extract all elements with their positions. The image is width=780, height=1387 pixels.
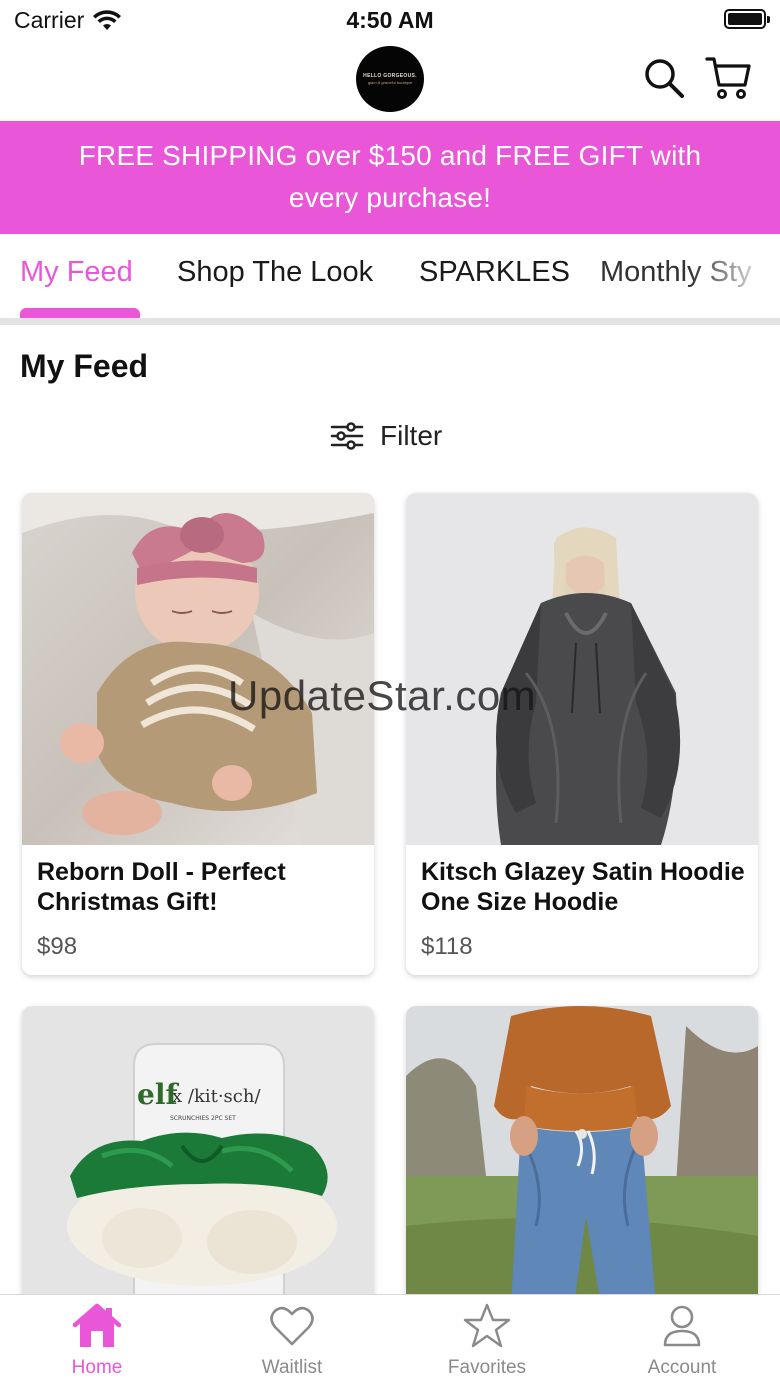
package-subtitle-text: SCRUNCHIES 2PC SET — [170, 1115, 236, 1122]
star-icon — [463, 1303, 511, 1348]
product-price: $118 — [421, 933, 473, 960]
watermark: UpdateStar.com — [228, 672, 537, 719]
nav-home-label: Home — [71, 1357, 123, 1378]
nav-waitlist[interactable]: Waitlist — [222, 1303, 362, 1379]
nav-home[interactable]: Home — [27, 1303, 167, 1379]
product-card[interactable] — [406, 1006, 758, 1306]
battery-icon — [724, 9, 770, 29]
nav-account-label: Account — [647, 1357, 717, 1378]
brand-logo[interactable]: HELLO GORGEOUS. glam & graceful boutique — [356, 46, 424, 112]
filter-button[interactable]: Filter — [330, 420, 442, 452]
cart-icon — [705, 57, 751, 99]
nav-favorites-label: Favorites — [447, 1357, 527, 1378]
tabs-fade-overlay — [690, 234, 780, 320]
cart-button[interactable] — [704, 54, 752, 102]
logo-tagline: glam & graceful boutique — [367, 80, 413, 85]
product-price: $98 — [37, 933, 78, 960]
product-image-satin-hoodie[interactable] — [406, 493, 758, 845]
user-icon — [663, 1305, 701, 1347]
app-header: HELLO GORGEOUS. glam & graceful boutique — [0, 40, 780, 122]
product-image-reborn-doll[interactable] — [22, 493, 374, 845]
search-button[interactable] — [640, 54, 688, 102]
heart-icon — [270, 1306, 314, 1346]
bottom-navigation: Home Waitlist Favorites Account — [0, 1294, 780, 1387]
package-partner-text: x /kit·sch/ — [172, 1086, 261, 1107]
page-title: My Feed — [20, 348, 149, 384]
tab-shop-the-look[interactable]: Shop The Look — [177, 256, 373, 289]
tab-sparkles[interactable]: SPARKLES — [419, 256, 570, 289]
search-icon — [645, 59, 684, 98]
promo-banner-text: FREE SHIPPING over $150 and FREE GIFT wi… — [78, 140, 702, 213]
category-tabs: My Feed Shop The Look SPARKLES Monthly S… — [0, 234, 780, 320]
nav-account[interactable]: Account — [612, 1303, 752, 1379]
tab-my-feed[interactable]: My Feed — [20, 256, 133, 289]
logo-title: HELLO GORGEOUS. — [363, 73, 417, 79]
product-card[interactable]: elf x /kit·sch/ SCRUNCHIES 2PC SET — [22, 1006, 374, 1306]
product-image-scrunchies[interactable]: elf x /kit·sch/ SCRUNCHIES 2PC SET — [22, 1006, 374, 1306]
clock: 4:50 AM — [346, 7, 434, 33]
product-image-jeans[interactable] — [406, 1006, 758, 1306]
product-title[interactable]: Reborn Doll - Perfect Christmas Gift! — [37, 857, 362, 917]
nav-waitlist-label: Waitlist — [261, 1357, 323, 1378]
product-card[interactable]: Reborn Doll - Perfect Christmas Gift! $9… — [22, 493, 374, 975]
filter-sliders-icon — [330, 422, 364, 450]
filter-label: Filter — [380, 420, 443, 451]
home-icon — [72, 1303, 122, 1347]
product-title[interactable]: Kitsch Glazey Satin Hoodie One Size Hood… — [421, 857, 746, 917]
nav-favorites[interactable]: Favorites — [417, 1303, 557, 1379]
tabs-divider — [0, 318, 780, 325]
product-card[interactable]: Kitsch Glazey Satin Hoodie One Size Hood… — [406, 493, 758, 975]
status-bar: Carrier 4:50 AM — [0, 0, 780, 40]
promo-banner[interactable]: FREE SHIPPING over $150 and FREE GIFT wi… — [0, 121, 780, 234]
